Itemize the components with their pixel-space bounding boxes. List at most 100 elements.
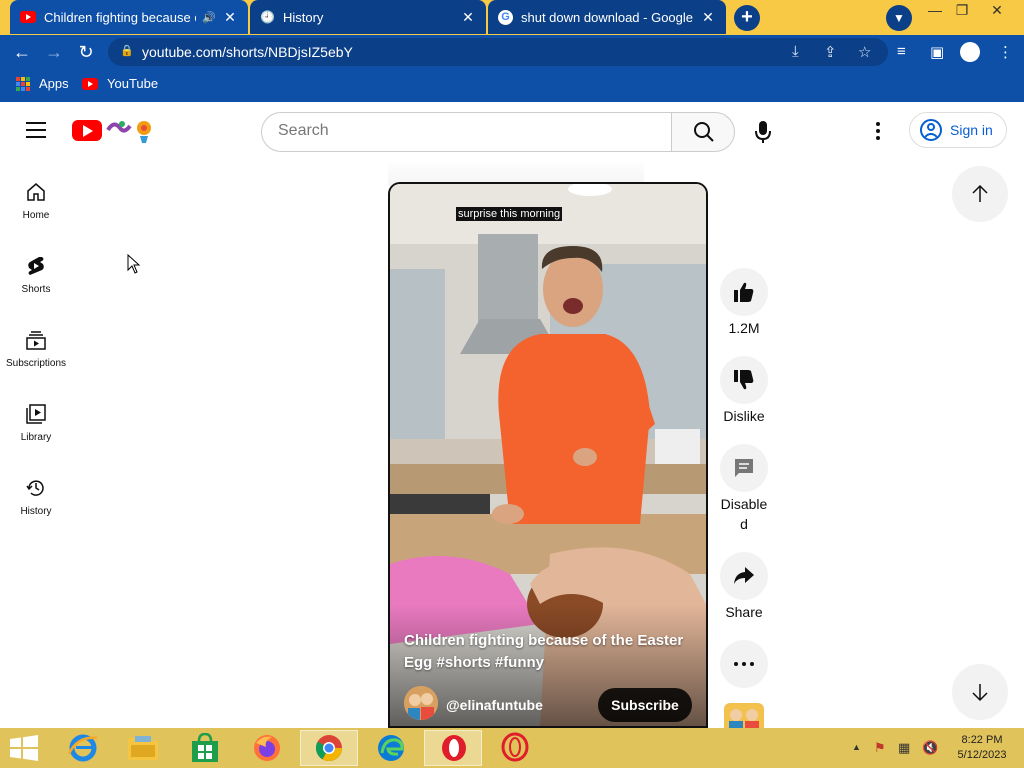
close-tab-icon[interactable]: ✕ — [222, 9, 238, 26]
taskbar-store[interactable] — [176, 730, 234, 766]
sign-in-button[interactable]: Sign in — [909, 112, 1007, 148]
tab-title: History — [282, 9, 324, 25]
sound-thumbnail[interactable] — [724, 703, 764, 728]
channel-avatar-image — [404, 686, 438, 720]
address-bar[interactable]: 🔒 youtube.com/shorts/NBDjsIZ5ebY ⤓ ⇪ ☆ — [108, 38, 888, 66]
arrow-up-icon — [972, 184, 988, 202]
tab-search-chevron-icon[interactable]: ▼ — [886, 5, 912, 31]
nav-home[interactable]: Home — [0, 182, 72, 252]
shorts-icon — [28, 257, 44, 275]
profile-avatar-icon[interactable] — [960, 42, 980, 62]
account-circle-icon — [920, 119, 942, 141]
previous-short-button[interactable] — [952, 166, 1008, 222]
taskbar-internet-explorer[interactable] — [54, 730, 112, 766]
bookmark-star-icon[interactable]: ☆ — [858, 43, 871, 61]
taskbar-chrome[interactable] — [300, 730, 358, 766]
search-input[interactable] — [278, 122, 658, 140]
dislike-button[interactable] — [720, 356, 768, 404]
next-short-button[interactable] — [952, 664, 1008, 720]
clock-time: 8:22 PM — [961, 734, 1003, 746]
library-icon — [26, 404, 46, 424]
subscribe-button[interactable]: Subscribe — [598, 688, 692, 722]
taskbar-clock[interactable]: 8:22 PM 5/12/2023 — [948, 733, 1016, 763]
tray-volume-muted-icon[interactable]: 🔇 — [922, 740, 938, 756]
youtube-logo[interactable] — [72, 120, 102, 141]
settings-kebab-icon[interactable] — [876, 122, 884, 142]
edge-icon — [378, 735, 404, 761]
comments-disabled-label-line1: Disable — [720, 496, 768, 512]
youtube-doodle-logo[interactable] — [104, 116, 158, 144]
store-bag-icon — [192, 733, 218, 762]
bookmark-youtube[interactable]: YouTube — [82, 76, 158, 91]
taskbar-edge[interactable] — [362, 730, 420, 766]
tab-history[interactable]: 🕘 History ✕ — [250, 0, 486, 34]
share-page-icon[interactable]: ⇪ — [824, 43, 837, 61]
nav-label: Library — [20, 432, 52, 443]
youtube-icon — [82, 77, 98, 90]
window-close-icon[interactable]: ✕ — [980, 0, 1014, 22]
share-arrow-icon — [734, 567, 754, 584]
windows-start-icon[interactable] — [10, 735, 38, 761]
nav-shorts[interactable]: Shorts — [0, 256, 72, 326]
search-button[interactable] — [671, 112, 735, 152]
channel-name[interactable]: @elinafuntube — [446, 697, 543, 713]
more-actions-button[interactable] — [720, 640, 768, 688]
media-controls-icon[interactable]: ≡ — [897, 43, 906, 60]
nav-library[interactable]: Library — [0, 404, 72, 474]
shorts-video-player[interactable]: surprise this morning Children fighting … — [388, 182, 708, 728]
bookmark-apps[interactable]: Apps — [16, 76, 69, 91]
mouse-cursor-icon — [127, 254, 141, 274]
sign-in-label: Sign in — [950, 122, 993, 138]
taskbar-opera[interactable] — [424, 730, 482, 766]
tab-title: Children fighting because of — [44, 9, 197, 25]
like-button[interactable] — [720, 268, 768, 316]
opera-icon — [442, 735, 466, 761]
comment-icon — [735, 459, 753, 477]
reload-icon[interactable]: ↻ — [74, 41, 98, 63]
tray-network-icon[interactable]: ▦ — [898, 740, 910, 756]
folder-icon — [128, 736, 158, 760]
arrow-down-icon — [972, 684, 988, 702]
close-tab-icon[interactable]: ✕ — [460, 9, 476, 26]
menu-kebab-icon[interactable]: ⋮ — [998, 43, 1013, 61]
more-horizontal-icon — [734, 662, 754, 666]
taskbar-opera-gx[interactable] — [486, 730, 544, 766]
new-tab-button[interactable]: + — [734, 5, 760, 31]
subscriptions-icon — [26, 331, 46, 350]
tray-show-hidden-icon[interactable]: ▲ — [852, 742, 861, 752]
tab-youtube-short[interactable]: Children fighting because of 🔊 ✕ — [10, 0, 248, 34]
speaker-icon[interactable]: 🔊 — [202, 11, 216, 24]
sound-thumbnail-image — [729, 709, 759, 728]
forward-arrow-icon[interactable]: → — [42, 41, 66, 63]
search-box[interactable] — [261, 112, 672, 152]
tray-flag-icon[interactable]: ⚑ — [874, 740, 886, 756]
address-url[interactable]: youtube.com/shorts/NBDjsIZ5ebY — [142, 44, 353, 60]
taskbar-firefox[interactable] — [238, 730, 296, 766]
share-button[interactable] — [720, 552, 768, 600]
youtube-header: Sign in — [0, 102, 1024, 158]
tab-google-search[interactable]: G shut down download - Google S ✕ — [488, 0, 726, 34]
nav-history[interactable]: History — [0, 478, 72, 548]
microphone-icon[interactable] — [752, 120, 774, 144]
video-caption: surprise this morning — [456, 207, 563, 221]
hamburger-menu-icon[interactable] — [26, 122, 46, 138]
internet-explorer-icon — [67, 734, 98, 762]
chrome-icon — [315, 735, 343, 762]
restore-icon[interactable]: ❐ — [945, 0, 979, 22]
nav-label: History — [20, 506, 52, 517]
opera-outline-icon — [501, 732, 529, 762]
back-arrow-icon[interactable]: ← — [10, 41, 34, 63]
close-tab-icon[interactable]: ✕ — [700, 9, 716, 26]
video-title[interactable]: Children fighting because of the Easter … — [404, 630, 694, 674]
side-panel-icon[interactable]: ▣ — [930, 43, 944, 61]
history-icon — [26, 480, 44, 496]
install-app-icon[interactable]: ⤓ — [792, 43, 799, 60]
comments-button[interactable] — [720, 444, 768, 492]
nav-subscriptions[interactable]: Subscriptions — [0, 330, 72, 400]
channel-avatar[interactable] — [404, 686, 438, 720]
tab-strip: Children fighting because of 🔊 ✕ 🕘 Histo… — [0, 0, 1024, 35]
taskbar-file-explorer[interactable] — [114, 730, 172, 766]
firefox-icon — [254, 735, 280, 761]
home-icon — [27, 183, 45, 201]
google-favicon-icon: G — [498, 9, 513, 25]
